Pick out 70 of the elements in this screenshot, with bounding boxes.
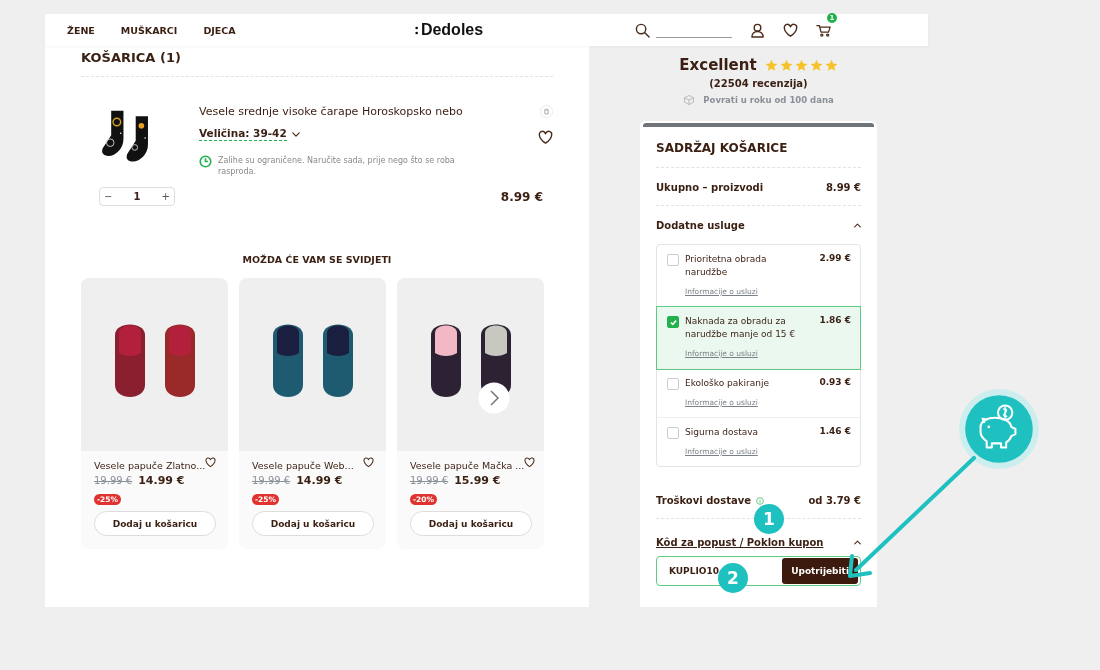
section-heading: MOŽDA ĆE VAM SE SVIDJETI (241, 254, 393, 266)
old-price: 19.99 € (252, 475, 291, 486)
subtotal-label: Ukupno – proizvodi (656, 182, 764, 193)
logo-mark-icon (414, 24, 420, 36)
coupon-field[interactable]: KUPLIO10 (669, 566, 719, 576)
sale-price: 14.99 € (296, 474, 343, 487)
star-icon (794, 58, 808, 72)
service-name: Ekološko pakiranje (685, 377, 770, 390)
chevron-down-icon (291, 131, 300, 137)
old-price: 19.99 € (94, 475, 133, 486)
nav-link[interactable]: DJECA (203, 24, 236, 36)
sale-price: 15.99 € (454, 474, 501, 487)
minus-button[interactable]: − (104, 191, 113, 202)
review-count: (22504 recenzija) (709, 78, 808, 89)
product-name[interactable]: Vesele papuče Mačka ... (410, 460, 525, 471)
returns-note: Povrati u roku od 100 dana (703, 95, 834, 105)
old-price: 19.99 € (410, 475, 449, 486)
site-logo[interactable]: Dedoles (414, 21, 484, 39)
checkbox[interactable] (667, 427, 679, 439)
service-name: Prioritetna obrada narudžbe (685, 253, 768, 279)
product-name[interactable]: Vesele srednje visoke čarape Horoskopsko nebo (199, 105, 515, 119)
product-name[interactable]: Vesele papuče Zlatno... (94, 460, 206, 471)
cart-heading: KOŠARICA (1) (81, 50, 182, 66)
stock-note: Zalihe su ograničene. Naručite sada, prije nego što se roba rasproda. (218, 155, 456, 177)
nav-link[interactable]: ŽENE (67, 24, 95, 36)
heart-icon[interactable] (783, 22, 798, 38)
heart-icon[interactable] (363, 457, 374, 468)
plus-button[interactable]: + (161, 191, 170, 202)
star-icon (824, 58, 838, 72)
item-price: 8.99 € (500, 189, 543, 204)
star-icon (764, 58, 778, 72)
user-icon[interactable] (750, 22, 765, 38)
services-toggle[interactable]: Dodatne usluge (656, 220, 861, 231)
service-name: Naknada za obradu za narudžbe manje od 15 € (685, 315, 797, 341)
nav-link[interactable]: MUŠKARCI (120, 24, 178, 36)
service-name: Sigurna dostava (685, 426, 760, 439)
checkbox[interactable] (667, 254, 679, 266)
service-price: 2.99 € (819, 253, 851, 265)
sale-price: 14.99 € (138, 474, 185, 487)
shipping-label: Troškovi dostave (656, 495, 751, 506)
checkbox[interactable] (667, 378, 679, 390)
product-name[interactable]: Vesele papuče Web... (252, 460, 354, 471)
service-price: 1.86 € (819, 315, 851, 327)
add-to-cart-button[interactable]: Dodaj u košaricu (94, 511, 216, 536)
service-price: 1.46 € (819, 426, 851, 438)
clock-icon (199, 155, 212, 168)
summary-heading: SADRŽAJ KOŠARICE (656, 141, 789, 155)
heart-icon[interactable] (524, 457, 536, 468)
piggy-bank-icon (958, 388, 1040, 470)
subtotal-value: 8.99 € (825, 182, 861, 193)
star-icon (779, 58, 793, 72)
cart-icon[interactable] (816, 22, 831, 38)
coupon-link[interactable]: Kôd za popust / Poklon kupon (656, 537, 824, 548)
apply-button[interactable]: Upotrijebiti (782, 558, 858, 584)
heart-icon[interactable] (205, 457, 217, 468)
checkbox[interactable] (667, 316, 679, 328)
rating-label: Excellent (679, 56, 757, 74)
search-icon[interactable] (635, 22, 650, 38)
service-price: 0.93 € (819, 377, 851, 389)
box-icon (683, 94, 696, 106)
add-to-cart-button[interactable]: Dodaj u košaricu (410, 511, 532, 536)
check-icon (668, 317, 678, 327)
add-to-cart-button[interactable]: Dodaj u košaricu (252, 511, 374, 536)
next-arrow-button[interactable] (478, 382, 510, 414)
heart-icon[interactable] (538, 130, 553, 145)
quantity-value: 1 (133, 191, 141, 202)
size-dropdown[interactable]: Veličina: 39-42 (199, 127, 300, 141)
shipping-value: od 3.79 € (808, 495, 861, 506)
star-icon (809, 58, 823, 72)
info-icon (755, 496, 764, 505)
